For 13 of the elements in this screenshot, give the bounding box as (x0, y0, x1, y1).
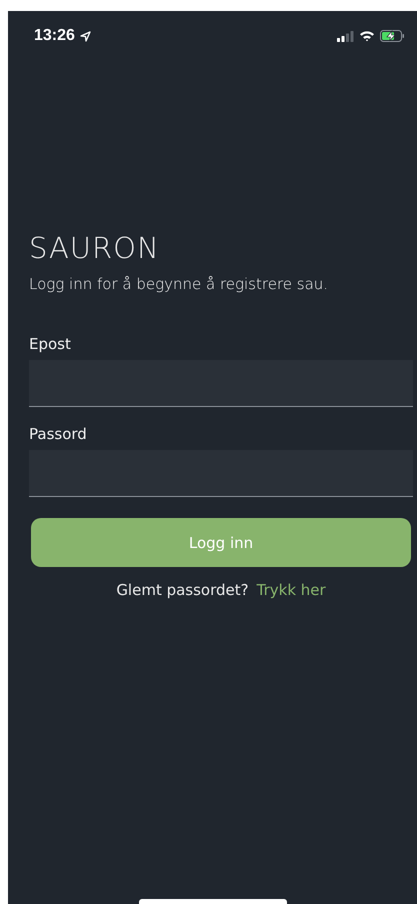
battery-charging-icon (380, 30, 405, 42)
field-label: Passord (29, 425, 88, 443)
input-field[interactable] (29, 360, 413, 407)
forgot-password-text: Glemt passordet? (116, 581, 249, 599)
location-arrow-icon (80, 30, 91, 42)
wifi-icon (359, 30, 375, 42)
status-time: 13:26 (34, 27, 75, 45)
reset-link[interactable]: Trykk her (256, 581, 326, 599)
signal-icon (337, 30, 354, 42)
subtitle: Logg inn for å begynne å registrere sau. (29, 275, 330, 293)
input-field[interactable] (29, 450, 413, 497)
field-label: Epost (29, 335, 72, 353)
app-title: SAURON (29, 231, 161, 265)
